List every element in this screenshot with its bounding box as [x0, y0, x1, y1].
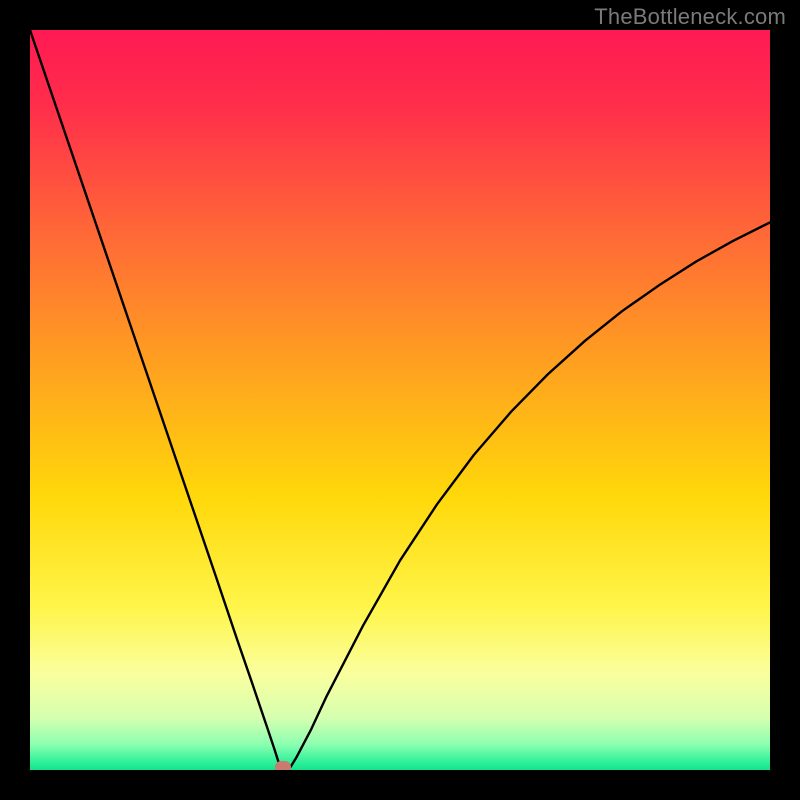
chart-frame: TheBottleneck.com: [0, 0, 800, 800]
plot-area: [30, 30, 770, 770]
optimum-marker: [275, 761, 291, 770]
watermark-text: TheBottleneck.com: [594, 4, 786, 30]
bottleneck-curve: [30, 30, 770, 770]
